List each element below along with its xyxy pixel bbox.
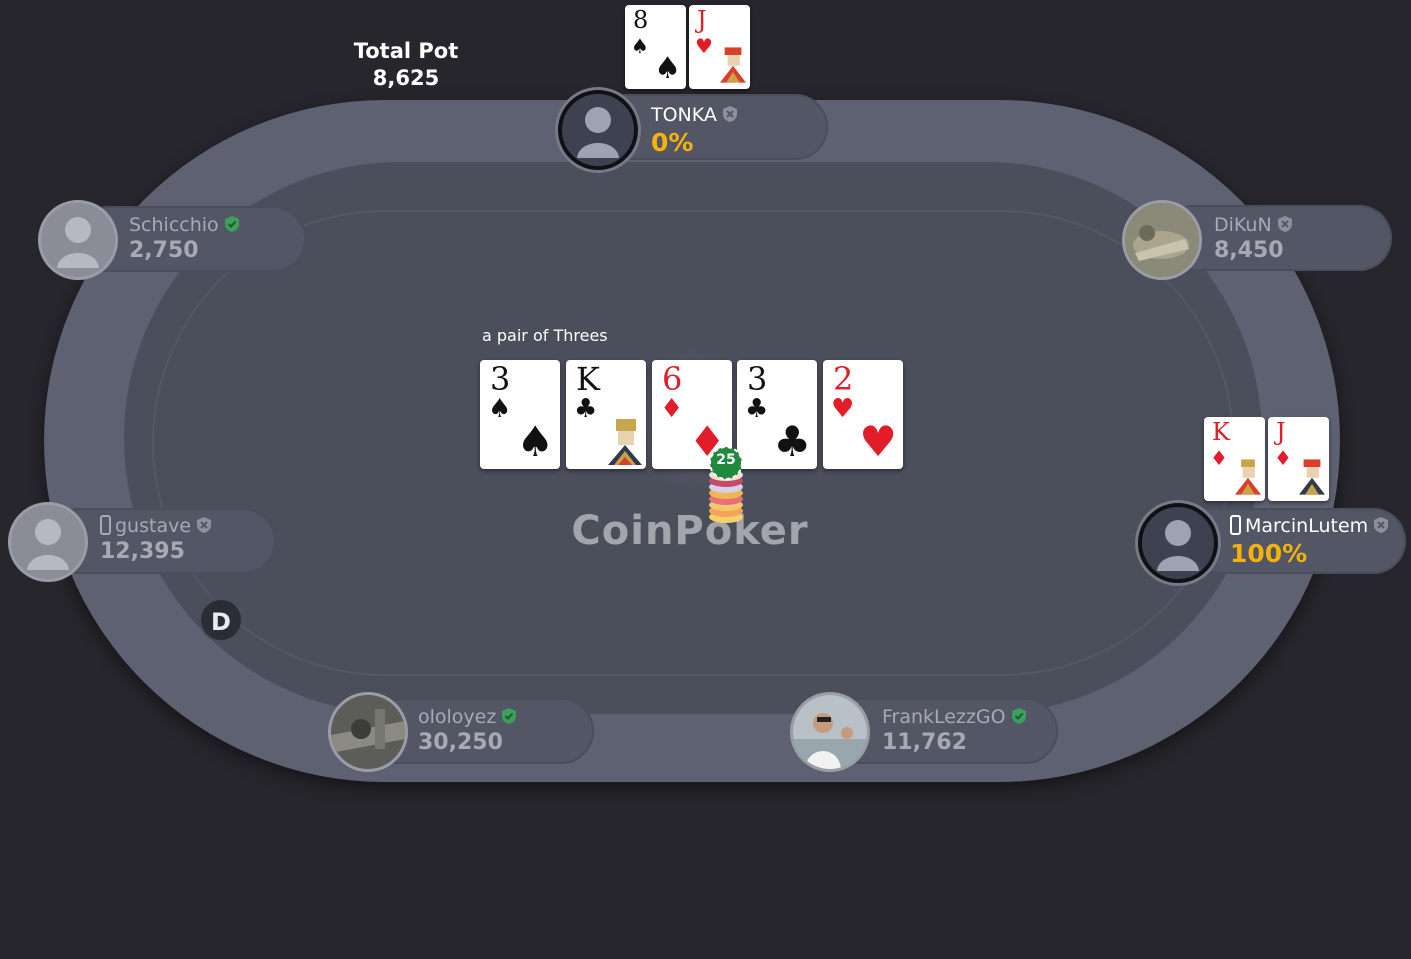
- shield-icon: [197, 517, 212, 533]
- board-card-1: 3 ♠ ♠: [480, 360, 560, 469]
- avatar-gustave[interactable]: [8, 502, 88, 582]
- club-icon: ♣: [773, 417, 811, 466]
- tonka-hole-card-2: J ♥: [689, 5, 750, 89]
- total-pot-label: Total Pot: [353, 39, 459, 63]
- player-name-franklezzgo: FrankLezzGO: [882, 706, 1027, 728]
- hand-description: a pair of Threes: [482, 326, 608, 345]
- player-name-ololoyez: ololoyez: [418, 706, 517, 728]
- king-face-art-icon: [608, 419, 642, 465]
- player-stack-franklezzgo: 11,762: [882, 730, 967, 755]
- heart-icon: ♥: [859, 417, 897, 466]
- tonka-card-1-rank: 8: [633, 6, 649, 34]
- player-stack-ololoyez: 30,250: [418, 730, 503, 755]
- heart-icon: ♥: [695, 34, 713, 58]
- avatar-schicchio[interactable]: [38, 200, 118, 280]
- verified-shield-icon: [1011, 708, 1026, 724]
- board-card-1-rank: 3: [490, 360, 511, 398]
- board-card-2-rank: K: [576, 360, 600, 398]
- diamond-icon: ♦: [1274, 446, 1292, 470]
- spade-icon: ♠: [488, 394, 512, 424]
- total-pot: Total Pot 8,625: [336, 38, 476, 92]
- pot-chip-value: 25: [716, 452, 736, 468]
- verified-shield-icon: [224, 216, 239, 232]
- shield-icon: [1374, 517, 1389, 533]
- user-photo-icon: [1125, 203, 1199, 277]
- player-name-text: MarcinLutem: [1245, 515, 1369, 537]
- king-face-art-icon: [1235, 459, 1261, 495]
- club-icon: ♣: [574, 394, 598, 424]
- default-avatar-icon: [57, 217, 99, 268]
- jack-face-art-icon: [1299, 459, 1325, 495]
- total-pot-amount: 8,625: [372, 66, 440, 90]
- coinpoker-watermark: CoinPoker: [571, 508, 809, 554]
- verified-shield-icon: [502, 708, 517, 724]
- player-name-schicchio: Schicchio: [129, 214, 240, 236]
- board-card-5-rank: 2: [833, 360, 854, 398]
- tonka-card-2-rank: J: [697, 6, 707, 34]
- avatar-dikun[interactable]: [1122, 200, 1202, 280]
- avatar-ololoyez[interactable]: [328, 692, 408, 772]
- default-avatar-icon: [27, 519, 69, 570]
- shield-icon: [1277, 216, 1292, 232]
- board-card-4: 3 ♣ ♣: [737, 360, 817, 469]
- board-card-2: K ♣: [566, 360, 646, 469]
- tonka-hole-card-1: 8 ♠ ♠: [625, 5, 686, 89]
- player-name-dikun: DiKuN: [1214, 214, 1293, 236]
- spade-icon: ♠: [654, 51, 681, 86]
- player-name-text: FrankLezzGO: [882, 706, 1006, 728]
- default-avatar-icon: [1157, 520, 1199, 571]
- heart-icon: ♥: [831, 394, 855, 424]
- spade-icon: ♠: [631, 34, 649, 58]
- mobile-device-icon: [1230, 515, 1241, 535]
- player-name-tonka: TONKA: [651, 104, 738, 126]
- spade-icon: ♠: [516, 417, 554, 466]
- player-name-text: Schicchio: [129, 214, 219, 236]
- player-stack-gustave: 12,395: [100, 539, 185, 564]
- board-card-3-rank: 6: [662, 360, 683, 398]
- jack-face-art-icon: [720, 47, 746, 83]
- marcinlutem-hole-card-1: K ♦: [1204, 417, 1265, 501]
- club-icon: ♣: [745, 394, 769, 424]
- player-name-text: ololoyez: [418, 706, 497, 728]
- player-equity-marcinlutem: 100%: [1230, 539, 1308, 568]
- board-card-5: 2 ♥ ♥: [823, 360, 903, 469]
- user-photo-icon: [793, 695, 867, 769]
- player-equity-tonka: 0%: [651, 128, 694, 157]
- player-name-text: TONKA: [651, 104, 717, 126]
- default-avatar-icon: [577, 107, 619, 158]
- player-name-gustave: gustave: [100, 515, 212, 537]
- board-card-4-rank: 3: [747, 360, 768, 398]
- player-name-text: DiKuN: [1214, 214, 1272, 236]
- shield-icon: [722, 106, 737, 122]
- dealer-button: D: [199, 598, 243, 642]
- mobile-device-icon: [100, 515, 111, 535]
- marcinlutem-hole-card-2: J ♦: [1268, 417, 1329, 501]
- avatar-franklezzgo[interactable]: [790, 692, 870, 772]
- player-stack-dikun: 8,450: [1214, 238, 1284, 263]
- marcinlutem-card-2-rank: J: [1276, 418, 1286, 446]
- marcinlutem-card-1-rank: K: [1212, 418, 1230, 446]
- player-name-marcinlutem: MarcinLutem: [1230, 515, 1389, 537]
- diamond-icon: ♦: [1210, 446, 1228, 470]
- user-photo-icon: [331, 695, 405, 769]
- diamond-icon: ♦: [660, 394, 684, 424]
- avatar-tonka[interactable]: [558, 90, 638, 170]
- avatar-marcinlutem[interactable]: [1138, 503, 1218, 583]
- player-stack-schicchio: 2,750: [129, 238, 199, 263]
- player-name-text: gustave: [115, 515, 192, 537]
